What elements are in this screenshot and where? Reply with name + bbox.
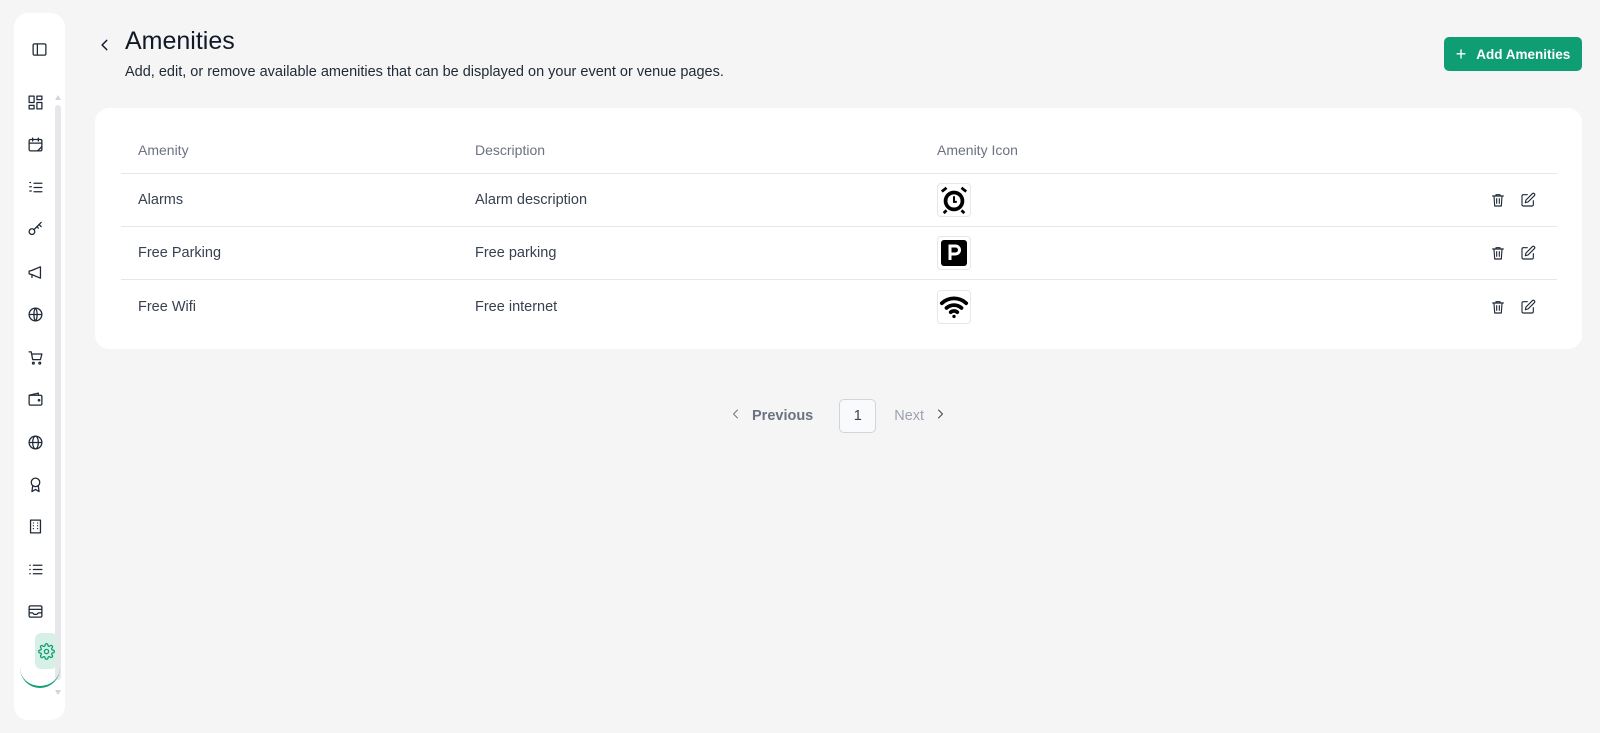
inbox-icon[interactable] — [22, 598, 48, 624]
page-title: Amenities — [125, 27, 235, 55]
chevron-left-icon — [730, 408, 742, 424]
edit-icon[interactable] — [1519, 191, 1537, 209]
calendar-icon[interactable] — [22, 131, 48, 157]
amenity-name: Alarms — [138, 192, 184, 208]
amenity-description: Free parking — [475, 245, 557, 261]
sidebar-scrollbar[interactable] — [55, 95, 61, 695]
chevron-right-icon — [934, 408, 946, 424]
column-header-description: Description — [475, 141, 546, 158]
sidebar — [14, 13, 65, 720]
list-icon[interactable] — [22, 556, 48, 582]
key-icon[interactable] — [22, 216, 48, 242]
edit-icon[interactable] — [1519, 298, 1537, 316]
building-icon[interactable] — [22, 513, 48, 539]
amenity-name: Free Parking — [138, 245, 222, 261]
award-icon[interactable] — [22, 471, 48, 497]
amenity-description: Alarm description — [475, 192, 588, 208]
gear-icon[interactable] — [35, 633, 57, 669]
pagination: Previous 1 Next — [730, 399, 946, 433]
delete-icon[interactable] — [1489, 298, 1507, 316]
dashboard-icon[interactable] — [22, 89, 48, 115]
globe-grid-icon[interactable] — [22, 301, 48, 327]
table-row: Free Wifi Free internet — [121, 280, 1557, 333]
edit-icon[interactable] — [1519, 244, 1537, 262]
add-amenities-button[interactable]: + Add Amenities — [1444, 37, 1582, 71]
previous-label: Previous — [752, 408, 814, 424]
delete-icon[interactable] — [1489, 244, 1507, 262]
wifi-icon — [937, 289, 971, 324]
next-page-button[interactable]: Next — [894, 408, 946, 424]
page-number-button[interactable]: 1 — [839, 399, 877, 433]
table-row: Free Parking Free parking — [121, 227, 1557, 280]
cart-icon[interactable] — [22, 344, 48, 370]
wallet-icon[interactable] — [22, 386, 48, 412]
list-ordered-icon[interactable] — [22, 174, 48, 200]
amenities-table: Amenity Description Amenity Icon Alarms … — [121, 126, 1557, 333]
sidebar-toggle-icon[interactable] — [28, 38, 50, 60]
amenity-description: Free internet — [475, 298, 558, 315]
delete-icon[interactable] — [1489, 191, 1507, 209]
table-row: Alarms Alarm description — [121, 174, 1557, 227]
plus-icon: + — [1455, 44, 1467, 64]
megaphone-icon[interactable] — [22, 259, 48, 285]
parking-icon — [937, 236, 971, 270]
amenities-card: Amenity Description Amenity Icon Alarms … — [95, 108, 1582, 349]
next-label: Next — [894, 408, 925, 424]
table-header: Amenity Description Amenity Icon — [121, 126, 1557, 174]
alarm-icon — [937, 183, 971, 217]
globe-icon[interactable] — [22, 429, 48, 455]
column-header-amenity-icon: Amenity Icon — [937, 141, 1018, 158]
previous-page-button[interactable]: Previous — [730, 408, 813, 424]
back-chevron-icon[interactable] — [95, 35, 115, 55]
add-amenities-label: Add Amenities — [1476, 46, 1571, 62]
column-header-amenity: Amenity — [138, 141, 189, 158]
amenity-name: Free Wifi — [138, 298, 196, 315]
page-subtitle: Add, edit, or remove available amenities… — [125, 64, 724, 80]
